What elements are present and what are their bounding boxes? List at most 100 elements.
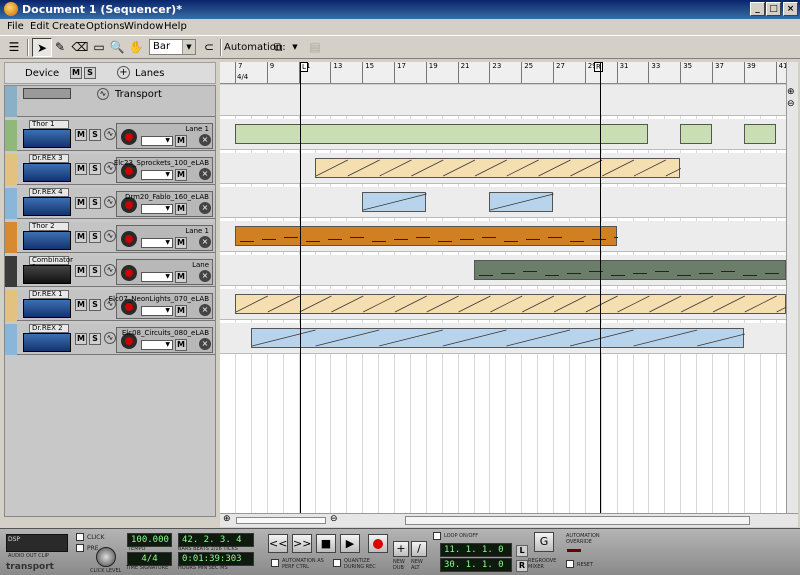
track-color-strip[interactable] [5,154,17,185]
automation-icon[interactable]: ∿ [104,128,116,140]
track-row[interactable]: Dr.REX 4 M S ∿ Drm20_Fablo_160_eLAB ▼ M × [5,188,215,219]
snap-select[interactable]: Bar ▼ [149,39,196,55]
track-color-strip[interactable] [5,222,17,253]
minimize-button[interactable]: _ [750,2,765,16]
lane-select[interactable]: ▼ [141,340,173,350]
mute-button[interactable]: M [75,163,87,175]
record-button[interactable] [368,534,388,553]
mute-button[interactable]: M [75,299,87,311]
lane-mute-button[interactable]: M [175,271,187,283]
menu-options[interactable]: Options [86,21,125,32]
solo-button[interactable]: S [89,231,101,243]
new-dub-button[interactable]: + [393,541,409,557]
record-enable-icon[interactable] [121,231,137,247]
lane-select[interactable]: ▼ [141,306,173,316]
solo-button[interactable]: S [89,163,101,175]
sequencer-area[interactable] [220,85,786,517]
left-locator-display[interactable]: 11. 1. 1. 0 [440,543,512,557]
device-thumbnail-icon[interactable] [23,299,71,318]
automation-icon[interactable]: ∿ [104,230,116,242]
position-display[interactable]: 42. 2. 3. 4 [178,533,254,547]
arrow-tool-icon[interactable]: ➤ [32,38,52,57]
device-thumbnail-icon[interactable] [23,265,71,284]
lane-mute-button[interactable]: M [175,203,187,215]
razor-tool-icon[interactable]: ▭ [89,38,109,57]
automation-icon[interactable]: ∿ [104,332,116,344]
zoom-out-icon[interactable]: ⊖ [330,514,338,524]
hand-tool-icon[interactable]: ✋ [126,38,146,57]
time-signature-display[interactable]: 4/4 [127,552,172,566]
delete-lane-icon[interactable]: × [199,236,211,248]
clip[interactable] [250,328,761,348]
timeline-ruler[interactable]: 7911131517192123252729313335373941 4/4 L… [220,62,786,84]
mute-button[interactable]: M [75,231,87,243]
click-checkbox[interactable] [76,533,84,541]
lane-select[interactable]: ▼ [141,238,173,248]
rewind-button[interactable]: << [268,534,288,553]
tempo-display[interactable]: 100.000 [127,533,172,547]
mute-button[interactable]: M [75,129,87,141]
lane-select[interactable]: ▼ [141,136,173,146]
loop-checkbox[interactable] [433,532,441,540]
snap-magnet-icon[interactable]: ⊂ [199,38,219,57]
menu-file[interactable]: File [7,21,24,32]
lane-mute-button[interactable]: M [175,305,187,317]
clip[interactable] [235,124,649,144]
chevron-down-icon[interactable]: ▼ [285,38,305,57]
right-locator-marker[interactable]: R [594,62,603,72]
track-color-strip[interactable] [5,324,17,355]
track-color-strip[interactable] [5,188,17,219]
track-color-strip[interactable] [5,120,17,151]
automation-icon[interactable]: ∿ [97,88,109,100]
transport-track[interactable]: ∿ Transport [5,86,215,117]
device-thumbnail-icon[interactable] [23,197,71,216]
clip-icon[interactable]: ▤ [305,38,325,57]
stop-button[interactable]: ■ [316,534,336,553]
mute-button[interactable]: M [75,265,87,277]
lane-select[interactable]: ▼ [141,204,173,214]
menu-help[interactable]: Help [164,21,187,32]
track-color-strip[interactable] [5,290,17,321]
delete-lane-icon[interactable]: × [199,134,211,146]
solo-button[interactable]: S [89,197,101,209]
scroll-thumb[interactable] [405,516,750,525]
zoom-in-icon[interactable]: ⊕ [223,514,231,524]
zoom-out-icon[interactable]: ⊖ [787,99,795,109]
solo-button[interactable]: S [89,333,101,345]
device-thumbnail-icon[interactable] [23,163,71,182]
track-row[interactable]: Dr.REX 1 M S ∿ Elc07_NeonLights_070_eLAB ▼ M × [5,290,215,321]
eraser-tool-icon[interactable]: ⌫ [70,38,90,57]
right-locator-button[interactable]: R [516,560,528,572]
automation-icon[interactable]: ∿ [104,196,116,208]
track-row[interactable]: Dr.REX 3 M S ∿ Elc23_Sprockets_100_eLAB ▼ M × [5,154,215,185]
regroove-icon[interactable]: G [534,532,554,552]
lane-mute-button[interactable]: M [175,237,187,249]
delete-lane-icon[interactable]: × [199,338,211,350]
track-color-strip[interactable] [5,256,17,287]
menu-window[interactable]: Window [124,21,163,32]
automation-icon[interactable]: ∿ [104,264,116,276]
solo-button[interactable]: S [89,299,101,311]
automation-perf-checkbox[interactable] [271,559,279,567]
delete-lane-icon[interactable]: × [199,168,211,180]
pencil-tool-icon[interactable]: ✎ [50,38,70,57]
lane-mute-button[interactable]: M [175,169,187,181]
track-row[interactable]: Dr.REX 2 M S ∿ Elc08_Circuits_080_eLAB ▼ M × [5,324,215,355]
sequencer-lane[interactable] [220,85,786,116]
solo-all-button[interactable]: S [84,67,96,79]
new-alt-button[interactable]: / [411,541,427,557]
quantize-checkbox[interactable] [333,559,341,567]
play-button[interactable]: ▶ [340,534,360,553]
clip[interactable] [235,226,628,246]
clip[interactable] [314,158,698,178]
list-view-icon[interactable]: ☰ [4,38,24,57]
track-row[interactable]: Thor 1 M S ∿ Lane 1 ▼ M × [5,120,215,151]
right-locator-display[interactable]: 30. 1. 1. 0 [440,558,512,572]
pre-checkbox[interactable] [76,544,84,552]
mute-button[interactable]: M [75,197,87,209]
track-row[interactable]: Combinator 1MS∿Lane▼M× [5,256,215,287]
delete-lane-icon[interactable]: × [199,270,211,282]
lane-mute-button[interactable]: M [175,339,187,351]
zoom-slider[interactable] [236,517,326,524]
clip[interactable] [680,124,712,144]
